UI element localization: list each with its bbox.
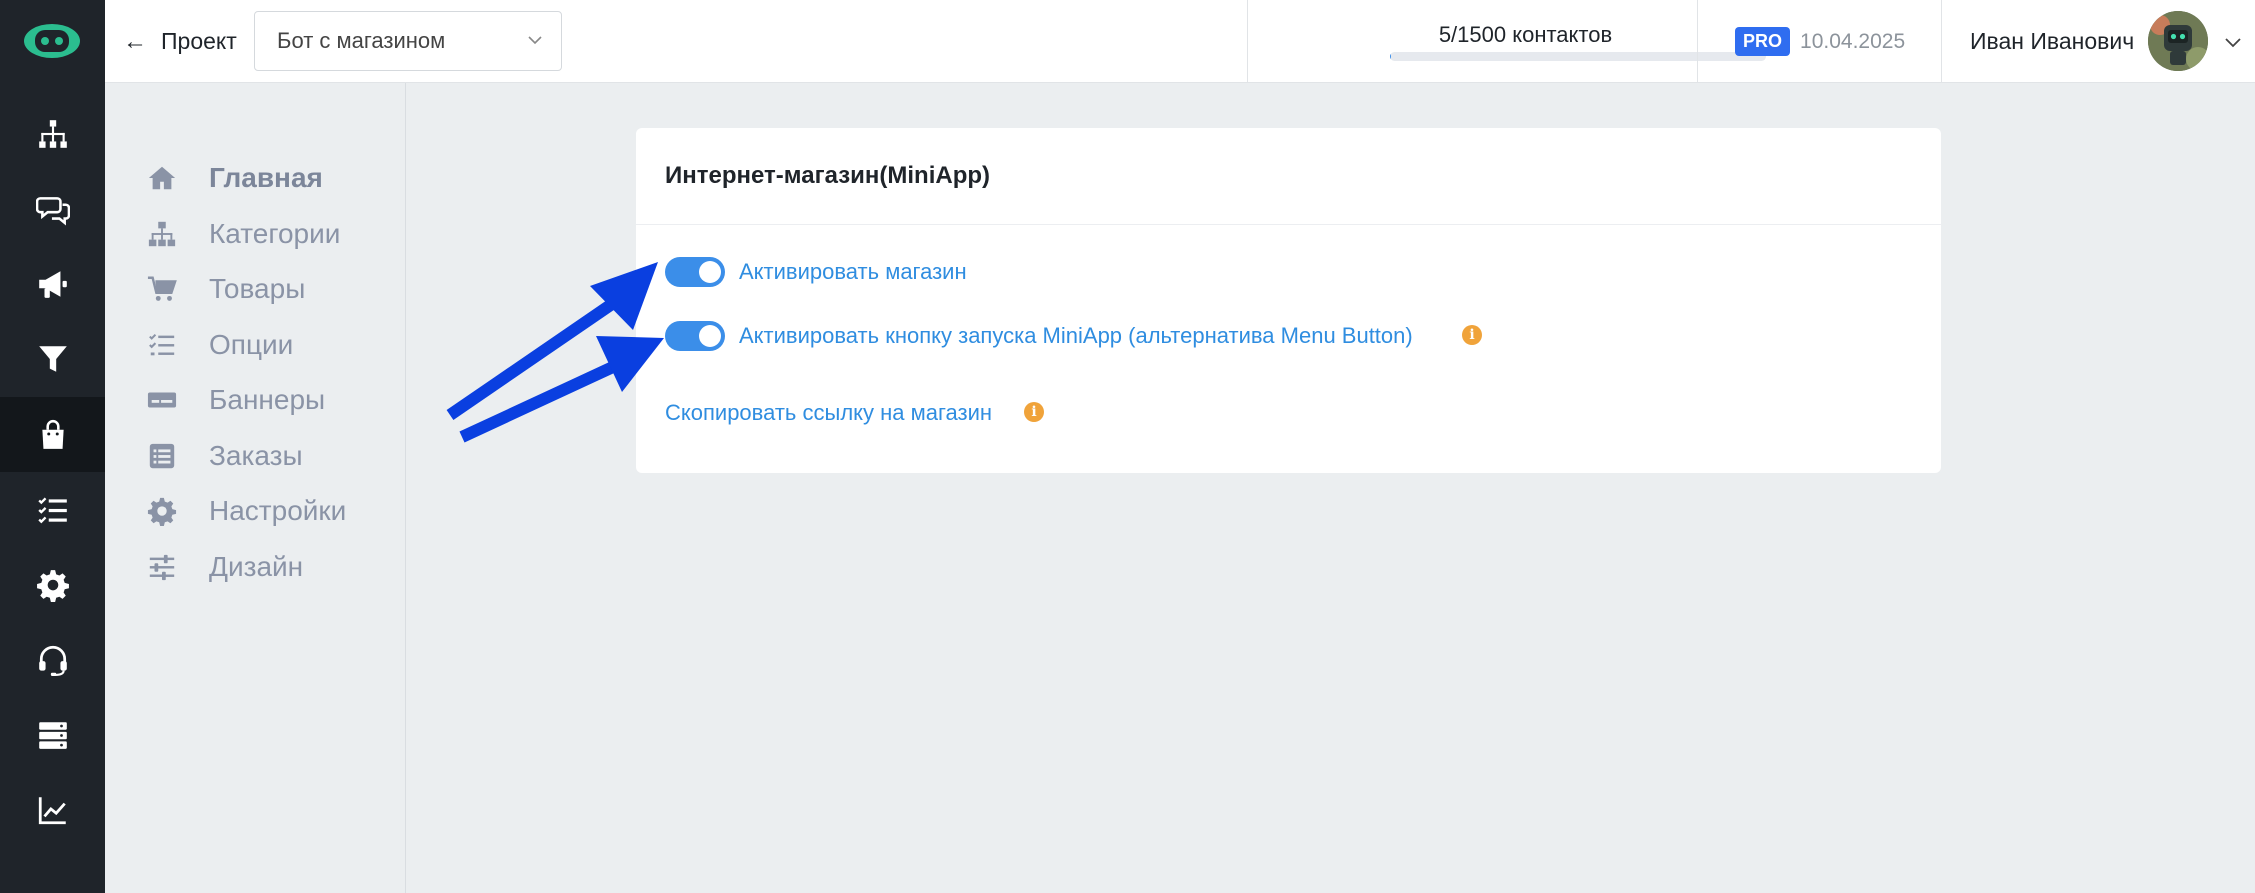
info-icon[interactable]: i xyxy=(1462,325,1482,345)
subnav-item-orders[interactable]: Заказы xyxy=(147,436,303,476)
rail-item-tasks[interactable] xyxy=(0,472,105,547)
subnav-item-home[interactable]: Главная xyxy=(147,158,323,198)
header-divider xyxy=(1941,0,1942,83)
banner-icon xyxy=(147,392,177,408)
filter-icon xyxy=(38,345,67,372)
robot-avatar-icon xyxy=(2148,11,2208,71)
chevron-down-icon xyxy=(528,36,542,45)
subnav-item-categories[interactable]: Категории xyxy=(147,214,340,254)
back-to-project-link[interactable]: ← Проект xyxy=(123,0,237,83)
subnav-item-label: Товары xyxy=(209,273,306,304)
subnav-item-label: Настройки xyxy=(209,495,347,526)
plan-info: PRO 10.04.2025 xyxy=(1735,0,1905,83)
checklist-icon xyxy=(149,333,175,356)
card-divider xyxy=(636,224,1941,225)
rail-item-broadcast[interactable] xyxy=(0,246,105,321)
annotation-arrow-line xyxy=(459,354,631,443)
info-icon[interactable]: i xyxy=(1024,402,1044,422)
shop-subnav: Главная Категории Товары Опции Баннеры З… xyxy=(105,83,406,893)
header-divider xyxy=(1697,0,1698,83)
back-link-label: Проект xyxy=(161,28,237,54)
activate-shop-toggle[interactable] xyxy=(665,257,725,287)
headset-icon xyxy=(38,645,67,676)
plan-expiry-date: 10.04.2025 xyxy=(1800,29,1906,53)
subnav-item-design[interactable]: Дизайн xyxy=(147,547,303,587)
list-icon xyxy=(149,443,175,469)
megaphone-icon xyxy=(38,270,67,298)
copy-shop-link[interactable]: Скопировать ссылку на магазин xyxy=(665,400,992,426)
arrow-left-icon: ← xyxy=(123,27,147,55)
rail-item-filters[interactable] xyxy=(0,321,105,396)
gear-icon xyxy=(36,569,69,602)
subnav-item-label: Дизайн xyxy=(209,551,304,582)
contacts-progress-fill xyxy=(1390,52,1392,61)
subnav-item-settings[interactable]: Настройки xyxy=(147,491,346,531)
avatar[interactable] xyxy=(2148,11,2208,71)
chart-icon xyxy=(38,796,66,824)
contacts-counter: 5/1500 контактов xyxy=(1248,0,1803,83)
activate-shop-label[interactable]: Активировать магазин xyxy=(739,259,967,285)
subnav-item-options[interactable]: Опции xyxy=(147,325,293,365)
subnav-item-label: Категории xyxy=(209,218,341,249)
rail-item-chats[interactable] xyxy=(0,171,105,246)
server-icon xyxy=(38,721,67,749)
subnav-item-products[interactable]: Товары xyxy=(147,269,305,309)
user-name: Иван Иванович xyxy=(1970,28,2135,54)
annotation-arrow-line xyxy=(446,288,632,420)
activate-miniapp-button-toggle[interactable] xyxy=(665,321,725,351)
checklist-icon xyxy=(37,496,67,523)
sliders-icon xyxy=(149,554,175,581)
shop-settings-card: Интернет-магазин(MiniApp) Активировать м… xyxy=(636,128,1941,473)
activate-miniapp-button-label[interactable]: Активировать кнопку запуска MiniApp (аль… xyxy=(739,323,1413,349)
sitemap-icon xyxy=(38,119,67,148)
home-icon xyxy=(148,166,176,190)
subnav-item-label: Опции xyxy=(209,329,294,360)
left-rail xyxy=(0,0,105,893)
project-select-value: Бот с магазином xyxy=(277,28,446,53)
chat-icon xyxy=(35,196,70,225)
subnav-item-label: Главная xyxy=(209,162,323,193)
toggle-knob xyxy=(699,261,721,283)
gear-icon xyxy=(147,497,177,526)
card-title: Интернет-магазин(MiniApp) xyxy=(665,162,991,189)
pro-badge: PRO xyxy=(1735,27,1791,56)
shopping-bag-icon xyxy=(41,419,64,449)
toggle-knob xyxy=(699,325,721,347)
user-menu[interactable]: Иван Иванович xyxy=(1970,0,2134,83)
rail-item-shop[interactable] xyxy=(0,397,105,472)
subnav-item-label: Заказы xyxy=(209,440,303,471)
subnav-item-banners[interactable]: Баннеры xyxy=(147,380,325,420)
project-select[interactable]: Бот с магазином xyxy=(254,11,562,71)
rail-item-support[interactable] xyxy=(0,622,105,697)
rail-item-flows[interactable] xyxy=(0,96,105,171)
top-bar: ← Проект Бот с магазином 5/1500 контакто… xyxy=(105,0,2255,83)
chevron-down-icon[interactable] xyxy=(2222,31,2244,53)
contacts-progress-bar xyxy=(1390,52,1766,61)
rail-item-database[interactable] xyxy=(0,697,105,772)
subnav-item-label: Баннеры xyxy=(209,384,326,415)
rail-item-settings[interactable] xyxy=(0,547,105,622)
cart-icon xyxy=(147,276,177,301)
sitemap-icon xyxy=(148,221,176,247)
contacts-count-label: 5/1500 контактов xyxy=(1438,22,1613,47)
logo-icon[interactable] xyxy=(22,18,82,64)
rail-item-analytics[interactable] xyxy=(0,772,105,847)
